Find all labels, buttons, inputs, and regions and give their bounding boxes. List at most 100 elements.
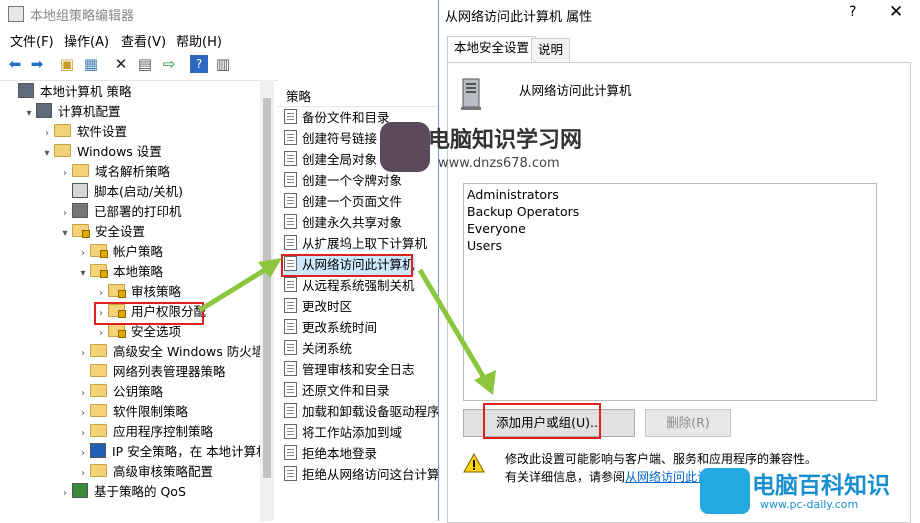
folder-icon [90, 404, 107, 417]
tree-item[interactable]: › 应用程序控制策略 [76, 422, 213, 442]
policy-row[interactable]: 拒绝本地登录 [284, 443, 377, 464]
add-button-highlight-box [483, 403, 601, 439]
tree-item-label: 基于策略的 QoS [94, 484, 186, 499]
expand-arrow-icon[interactable]: › [58, 164, 72, 184]
expand-arrow-icon[interactable]: › [76, 244, 90, 264]
tree-item[interactable]: › 域名解析策略 [58, 162, 170, 182]
tree-item[interactable]: › 帐户策略 [76, 242, 163, 262]
delete-icon[interactable]: ✕ [112, 55, 130, 73]
policy-column-header[interactable]: 策略 [278, 80, 440, 107]
account-item[interactable]: Administrators [467, 186, 559, 203]
tree-item[interactable]: › 基于策略的 QoS [58, 482, 186, 502]
policy-row[interactable]: 更改系统时间 [284, 317, 377, 338]
tree-item[interactable]: 本地计算机 策略 [4, 82, 131, 102]
tree-item-label: 软件限制策略 [113, 404, 189, 419]
policy-row-label: 关闭系统 [302, 341, 353, 356]
expand-arrow-icon[interactable]: › [58, 204, 72, 224]
tree-scrollbar[interactable] [260, 80, 274, 521]
dialog-close-button[interactable]: ✕ [889, 2, 903, 22]
policy-row[interactable]: 备份文件和目录 [284, 107, 390, 128]
policy-row[interactable]: 还原文件和目录 [284, 380, 390, 401]
tree-scrollbar-thumb[interactable] [263, 98, 271, 478]
view-icon[interactable]: ▥ [214, 55, 232, 73]
expand-arrow-icon[interactable]: › [76, 424, 90, 444]
policy-row[interactable]: 加载和卸载设备驱动程序 [284, 401, 440, 422]
forward-icon[interactable]: ➡ [28, 55, 46, 73]
up-folder-icon[interactable]: ▣ [58, 55, 76, 73]
policy-row[interactable]: 创建全局对象 [284, 149, 377, 170]
policy-row[interactable]: 拒绝从网络访问这台计算机 [284, 464, 440, 485]
accounts-listbox[interactable]: Administrators Backup Operators Everyone… [463, 183, 877, 401]
watermark-bottom-text: 电脑百科知识 [752, 473, 890, 499]
properties-icon[interactable]: ▤ [136, 55, 154, 73]
help-icon[interactable]: ? [190, 55, 208, 73]
policy-row[interactable]: 创建符号链接 [284, 128, 377, 149]
expand-arrow-icon[interactable]: › [76, 404, 90, 424]
tree-item[interactable]: › 软件设置 [40, 122, 127, 142]
tree-item[interactable]: › 软件限制策略 [76, 402, 188, 422]
gpedit-app-icon [8, 6, 24, 22]
policy-row[interactable]: 管理审核和安全日志 [284, 359, 415, 380]
show-hide-tree-icon[interactable]: ▦ [82, 55, 100, 73]
computer-icon [18, 83, 34, 98]
policy-row[interactable]: 关闭系统 [284, 338, 352, 359]
policy-row[interactable]: 将工作站添加到域 [284, 422, 402, 443]
policy-icon [284, 172, 297, 187]
tree-item[interactable]: › 已部署的打印机 [58, 202, 182, 222]
expand-arrow-icon[interactable]: › [94, 324, 108, 344]
tab-explain[interactable]: 说明 [531, 38, 571, 61]
tree-item[interactable]: 脚本(启动/关机) [58, 182, 183, 202]
policy-icon [284, 151, 297, 166]
policy-row[interactable]: 从扩展坞上取下计算机 [284, 233, 427, 254]
account-item[interactable]: Everyone [467, 220, 526, 237]
expand-arrow-icon[interactable]: ▾ [58, 224, 72, 244]
tree-item-label: 高级审核策略配置 [113, 464, 214, 479]
menu-file[interactable]: 文件(F) [10, 31, 54, 50]
menu-help[interactable]: 帮助(H) [176, 31, 222, 50]
tree-item[interactable]: › IP 安全策略，在 本地计算机 [76, 442, 260, 462]
expand-arrow-icon[interactable]: ▾ [40, 144, 54, 164]
policy-row[interactable]: 从远程系统强制关机 [284, 275, 415, 296]
qos-chart-icon [72, 483, 88, 498]
menu-action[interactable]: 操作(A) [64, 31, 109, 50]
expand-arrow-icon[interactable]: › [76, 464, 90, 484]
expand-arrow-icon[interactable]: › [76, 444, 90, 464]
tree-item[interactable]: ▾ 安全设置 [58, 222, 145, 242]
tree-item[interactable]: ▾ 计算机配置 [22, 102, 121, 122]
export-list-icon[interactable]: ⇨ [160, 55, 178, 73]
account-item[interactable]: Backup Operators [467, 203, 579, 220]
account-item[interactable]: Users [467, 237, 502, 254]
expand-arrow-icon[interactable]: › [58, 484, 72, 504]
back-icon[interactable]: ⬅ [6, 55, 24, 73]
tree-item[interactable]: › 高级安全 Windows 防火墙 [76, 342, 260, 362]
tree-item-label: 脚本(启动/关机) [94, 184, 183, 199]
policy-highlight-box [281, 254, 413, 277]
console-tree: 本地计算机 策略 ▾ 计算机配置 › 软件设置 ▾ Windows 设置 › 域名解析策略脚本(… [0, 80, 260, 521]
expand-arrow-icon[interactable]: › [76, 384, 90, 404]
policy-column-header-label: 策略 [286, 89, 312, 104]
policy-icon [284, 130, 297, 145]
policy-row[interactable]: 创建永久共享对象 [284, 212, 402, 233]
policy-row-label: 更改系统时间 [302, 320, 378, 335]
tree-item[interactable]: › 安全选项 [94, 322, 181, 342]
tree-item[interactable]: ▾ Windows 设置 [40, 142, 162, 162]
policy-icon [284, 193, 297, 208]
tree-item-label: 本地策略 [113, 264, 164, 279]
tab-local-security-setting[interactable]: 本地安全设置 [447, 36, 537, 62]
expand-arrow-icon[interactable]: › [76, 344, 90, 364]
policy-row[interactable]: 创建一个页面文件 [284, 191, 402, 212]
tree-item[interactable]: › 审核策略 [94, 282, 181, 302]
tree-item[interactable]: › 高级审核策略配置 [76, 462, 213, 482]
policy-icon [284, 445, 297, 460]
tree-item[interactable]: ▾ 本地策略 [76, 262, 163, 282]
expand-arrow-icon[interactable]: › [40, 124, 54, 144]
dialog-help-button[interactable]: ? [849, 4, 856, 20]
expand-arrow-icon[interactable]: › [94, 284, 108, 304]
expand-arrow-icon[interactable]: ▾ [76, 264, 90, 284]
policy-row[interactable]: 更改时区 [284, 296, 352, 317]
tree-item[interactable]: › 公钥策略 [76, 382, 163, 402]
menu-view[interactable]: 查看(V) [121, 31, 166, 50]
tree-item-label: 应用程序控制策略 [113, 424, 214, 439]
expand-arrow-icon[interactable]: ▾ [22, 104, 36, 124]
tree-item[interactable]: 网络列表管理器策略 [76, 362, 226, 382]
